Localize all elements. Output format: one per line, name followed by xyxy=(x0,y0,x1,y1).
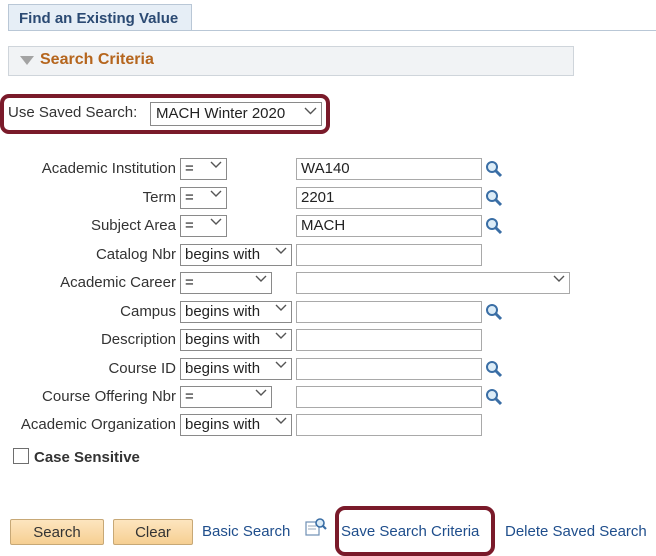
operator-term[interactable]: = xyxy=(180,187,227,209)
operator-value: = xyxy=(185,217,194,234)
operator-course-offering-nbr[interactable]: = xyxy=(180,386,272,408)
operator-value: = xyxy=(185,160,194,177)
label-campus: Campus xyxy=(120,303,176,320)
chevron-down-icon xyxy=(210,218,222,226)
operator-value: begins with xyxy=(185,246,261,263)
operator-subject-area[interactable]: = xyxy=(180,215,227,237)
chevron-down-icon xyxy=(210,190,222,198)
chevron-down-icon xyxy=(255,275,267,283)
chevron-down-icon xyxy=(255,389,267,397)
input-course-offering-nbr[interactable] xyxy=(296,386,482,408)
lookup-icon[interactable] xyxy=(485,303,503,321)
chevron-down-icon xyxy=(275,417,287,425)
operator-value: begins with xyxy=(185,303,261,320)
lookup-icon[interactable] xyxy=(485,388,503,406)
label-academic-organization: Academic Organization xyxy=(20,416,176,433)
input-course-id[interactable] xyxy=(296,358,482,380)
highlight-saved-search xyxy=(0,94,330,134)
operator-catalog-nbr[interactable]: begins with xyxy=(180,244,292,266)
input-description[interactable] xyxy=(296,329,482,351)
input-academic-institution[interactable]: WA140 xyxy=(296,158,482,180)
operator-academic-career[interactable]: = xyxy=(180,272,272,294)
chevron-down-icon xyxy=(275,247,287,255)
lookup-icon[interactable] xyxy=(485,160,503,178)
operator-value: begins with xyxy=(185,360,261,377)
label-academic-career: Academic Career xyxy=(60,274,176,291)
chevron-down-icon xyxy=(275,361,287,369)
highlight-save-search-criteria xyxy=(335,506,495,556)
input-catalog-nbr[interactable] xyxy=(296,244,482,266)
chevron-down-icon xyxy=(210,161,222,169)
operator-value: begins with xyxy=(185,416,261,433)
case-sensitive-checkbox[interactable] xyxy=(13,448,29,464)
label-catalog-nbr: Catalog Nbr xyxy=(95,246,176,263)
input-academic-organization[interactable] xyxy=(296,414,482,436)
chevron-down-icon xyxy=(553,275,565,283)
tab-divider xyxy=(8,30,656,31)
select-academic-career[interactable] xyxy=(296,272,570,294)
input-subject-area[interactable]: MACH xyxy=(296,215,482,237)
chevron-down-icon xyxy=(275,332,287,340)
operator-academic-organization[interactable]: begins with xyxy=(180,414,292,436)
operator-value: begins with xyxy=(185,331,261,348)
label-subject-area: Subject Area xyxy=(90,217,176,234)
chevron-down-icon xyxy=(275,304,287,312)
operator-value: = xyxy=(185,388,194,405)
lookup-icon[interactable] xyxy=(485,189,503,207)
input-term[interactable]: 2201 xyxy=(296,187,482,209)
operator-academic-institution[interactable]: = xyxy=(180,158,227,180)
label-course-offering-nbr: Course Offering Nbr xyxy=(42,388,176,405)
case-sensitive-label: Case Sensitive xyxy=(34,449,140,466)
operator-course-id[interactable]: begins with xyxy=(180,358,292,380)
search-criteria-title: Search Criteria xyxy=(40,51,154,68)
operator-value: = xyxy=(185,274,194,291)
input-campus[interactable] xyxy=(296,301,482,323)
operator-campus[interactable]: begins with xyxy=(180,301,292,323)
collapse-triangle-icon[interactable] xyxy=(20,56,34,65)
basic-search-link[interactable]: Basic Search xyxy=(202,523,290,540)
operator-description[interactable]: begins with xyxy=(180,329,292,351)
tab-find-existing-value[interactable]: Find an Existing Value xyxy=(8,4,192,31)
label-description: Description xyxy=(100,331,176,348)
label-course-id: Course ID xyxy=(108,360,176,377)
label-academic-institution: Academic Institution xyxy=(41,160,176,177)
clear-button[interactable]: Clear xyxy=(113,519,193,545)
label-term: Term xyxy=(142,189,176,206)
operator-value: = xyxy=(185,189,194,206)
lookup-icon[interactable] xyxy=(485,360,503,378)
save-search-icon[interactable] xyxy=(305,517,327,537)
search-button[interactable]: Search xyxy=(10,519,104,545)
delete-saved-search-link[interactable]: Delete Saved Search xyxy=(505,523,647,540)
lookup-icon[interactable] xyxy=(485,217,503,235)
